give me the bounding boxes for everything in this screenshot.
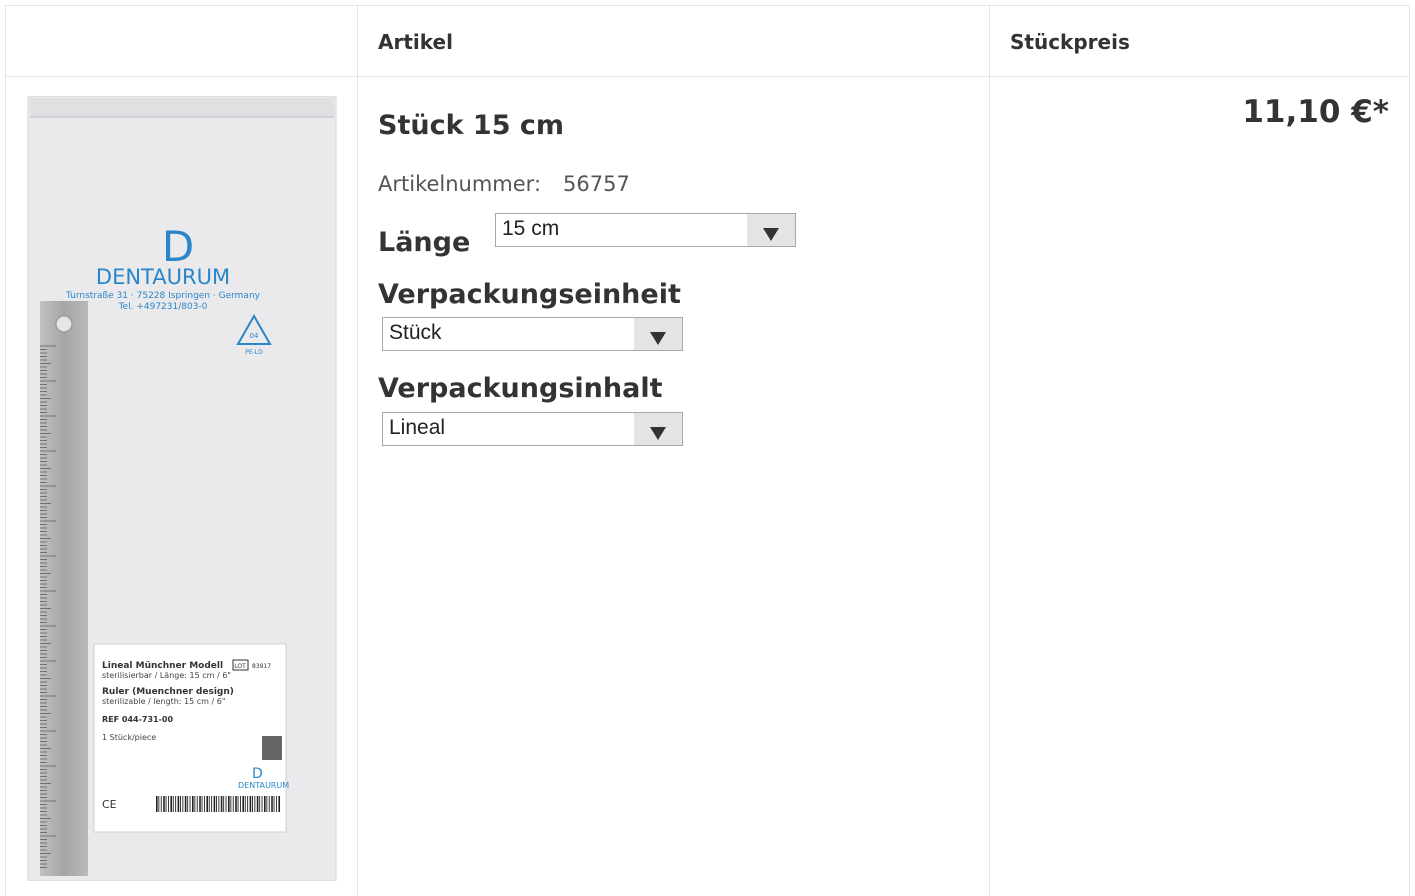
- header-stueckpreis: Stückpreis: [1010, 30, 1130, 54]
- svg-text:83917: 83917: [252, 663, 271, 670]
- article-number-value: 56757: [563, 172, 630, 196]
- svg-text:Ruler (Muenchner design): Ruler (Muenchner design): [102, 687, 234, 697]
- table-header-row: Artikel Stückpreis: [6, 6, 1409, 77]
- product-image[interactable]: D DENTAURUM Turnstraße 31 · 75228 Isprin…: [26, 95, 338, 882]
- article-number: Artikelnummer: 56757: [378, 172, 630, 196]
- svg-text:Lineal Münchner Modell: Lineal Münchner Modell: [102, 661, 223, 671]
- svg-text:PE-LD: PE-LD: [245, 349, 263, 356]
- svg-text:Tel. +497231/803-0: Tel. +497231/803-0: [118, 302, 208, 312]
- svg-text:sterilisierbar / Länge: 15 cm: sterilisierbar / Länge: 15 cm / 6": [102, 671, 231, 680]
- svg-text:04: 04: [250, 332, 259, 340]
- product-table: Artikel Stückpreis D DENTAURUM Turnstraß…: [5, 5, 1410, 896]
- header-artikel: Artikel: [378, 30, 453, 54]
- svg-text:1 Stück/piece: 1 Stück/piece: [102, 733, 156, 742]
- svg-text:LOT: LOT: [234, 663, 246, 670]
- chevron-down-icon[interactable]: [634, 413, 682, 445]
- svg-text:Turnstraße 31 · 75228 Ispringe: Turnstraße 31 · 75228 Ispringen · German…: [65, 291, 261, 301]
- column-divider: [357, 6, 358, 896]
- svg-text:D: D: [252, 766, 263, 782]
- laenge-select[interactable]: 15 cm: [495, 213, 796, 247]
- column-divider: [989, 6, 990, 896]
- article-number-label: Artikelnummer:: [378, 172, 542, 196]
- verpackungsinhalt-select[interactable]: Lineal: [382, 412, 683, 446]
- svg-text:REF 044-731-00: REF 044-731-00: [102, 715, 173, 724]
- product-title: Stück 15 cm: [378, 110, 565, 141]
- option-label-verpackungseinheit: Verpackungseinheit: [378, 279, 681, 310]
- laenge-selected-value: 15 cm: [502, 217, 560, 240]
- verpackungseinheit-select[interactable]: Stück: [382, 317, 683, 351]
- svg-text:CE: CE: [102, 798, 117, 811]
- svg-text:sterilizable / length: 15 cm /: sterilizable / length: 15 cm / 6": [102, 697, 226, 706]
- svg-text:DENTAURUM: DENTAURUM: [238, 781, 289, 790]
- svg-text:DENTAURUM: DENTAURUM: [96, 265, 230, 289]
- option-label-laenge: Länge: [378, 227, 471, 258]
- verpackungsinhalt-selected-value: Lineal: [389, 416, 446, 439]
- option-label-verpackungsinhalt: Verpackungsinhalt: [378, 373, 663, 404]
- chevron-down-icon[interactable]: [747, 214, 795, 246]
- svg-text:D: D: [162, 222, 194, 271]
- unit-price: 11,10 €*: [1242, 94, 1389, 130]
- verpackungseinheit-selected-value: Stück: [389, 321, 442, 344]
- chevron-down-icon[interactable]: [634, 318, 682, 350]
